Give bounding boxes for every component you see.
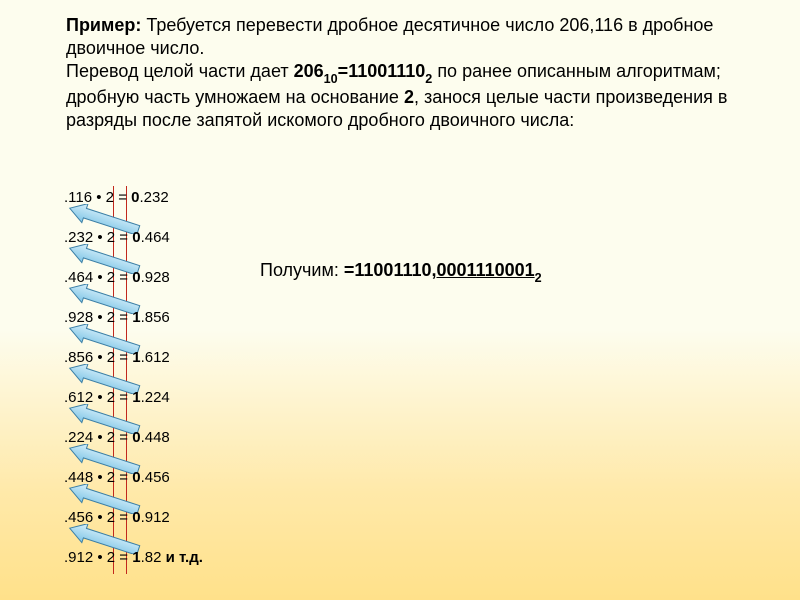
int-base10-num: 206	[294, 61, 324, 81]
calc-a: .912	[64, 549, 93, 566]
base-two: 2	[404, 87, 414, 107]
intro-line2-pre: Перевод целой части дает	[66, 61, 294, 81]
calc-int-digit: 1	[132, 549, 140, 566]
int-base2-num: 11001110	[348, 61, 425, 81]
result-int: 11001110,	[354, 260, 436, 280]
result-label: Получим:	[260, 260, 344, 280]
int-base10-sub: 10	[324, 72, 338, 86]
result-eq: =	[344, 260, 355, 280]
int-base2-sub: 2	[425, 72, 432, 86]
intro-paragraph: Пример: Требуется перевести дробное деся…	[66, 14, 748, 132]
intro-line1: Требуется перевести дробное десятичное ч…	[66, 15, 713, 58]
calc-etc: и т.д.	[166, 549, 203, 566]
calc-frac: .82	[141, 549, 166, 566]
label-primer: Пример:	[66, 15, 141, 35]
slide: Пример: Требуется перевести дробное деся…	[0, 0, 800, 600]
eq-sign: =	[338, 61, 349, 81]
calc-expression: .912 • 2 = 1.82 и т.д.	[64, 550, 203, 566]
result-frac: 0001110001	[437, 260, 535, 280]
calc-op: • 2 =	[93, 549, 132, 566]
result-sub: 2	[535, 271, 542, 285]
result-line: Получим: =11001110,00011100012	[260, 260, 542, 284]
